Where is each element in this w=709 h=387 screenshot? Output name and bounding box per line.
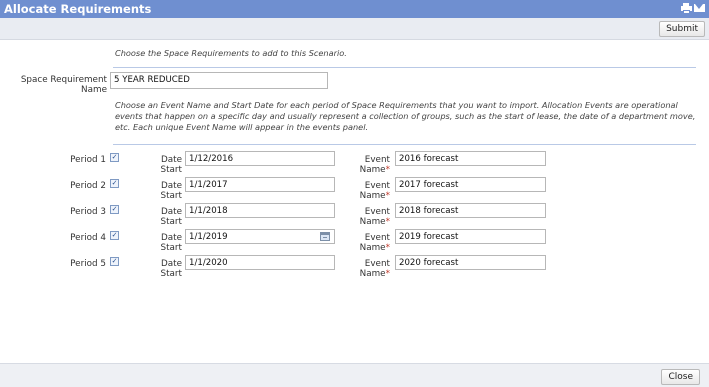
window-title: Allocate Requirements bbox=[4, 2, 152, 16]
event-name-label: Event Name* bbox=[359, 155, 390, 175]
event-name-field[interactable]: 2017 forecast bbox=[395, 177, 546, 192]
toolbar: Submit bbox=[0, 18, 709, 40]
date-start-field[interactable]: 1/1/2020 bbox=[185, 255, 335, 270]
footer-bar: Close bbox=[0, 363, 709, 387]
date-start-label: Date Start bbox=[160, 181, 183, 201]
title-bar-icons bbox=[681, 3, 705, 14]
event-name-label: Event Name* bbox=[359, 259, 390, 279]
period-checkbox[interactable]: ✓ bbox=[110, 205, 119, 214]
event-name-label: Event Name* bbox=[359, 233, 390, 253]
event-name-label: Event Name* bbox=[359, 207, 390, 227]
space-requirement-field[interactable]: 5 YEAR REDUCED bbox=[110, 72, 328, 89]
period-label: Period 2 bbox=[70, 181, 106, 191]
intro-text: Choose the Space Requirements to add to … bbox=[115, 48, 347, 58]
event-name-field[interactable]: 2016 forecast bbox=[395, 151, 546, 166]
calendar-icon[interactable] bbox=[320, 232, 330, 241]
close-button[interactable]: Close bbox=[661, 369, 700, 385]
period-label: Period 4 bbox=[70, 233, 106, 243]
periods-intro-text: Choose an Event Name and Start Date for … bbox=[115, 100, 696, 132]
period-label: Period 1 bbox=[70, 155, 106, 165]
event-name-field[interactable]: 2018 forecast bbox=[395, 203, 546, 218]
date-start-label: Date Start bbox=[160, 155, 183, 175]
period-label: Period 3 bbox=[70, 207, 106, 217]
date-start-field[interactable]: 1/1/2017 bbox=[185, 177, 335, 192]
event-name-label: Event Name* bbox=[359, 181, 390, 201]
date-start-label: Date Start bbox=[160, 233, 183, 253]
period-checkbox[interactable]: ✓ bbox=[110, 153, 119, 162]
date-start-label: Date Start bbox=[160, 259, 183, 279]
mail-icon[interactable] bbox=[694, 3, 705, 14]
separator bbox=[113, 144, 696, 145]
printer-icon[interactable] bbox=[681, 3, 692, 14]
period-checkbox[interactable]: ✓ bbox=[110, 179, 119, 188]
period-checkbox[interactable]: ✓ bbox=[110, 231, 119, 240]
date-start-field[interactable]: 1/1/2018 bbox=[185, 203, 335, 218]
period-checkbox[interactable]: ✓ bbox=[110, 257, 119, 266]
submit-button[interactable]: Submit bbox=[659, 21, 705, 37]
date-start-label: Date Start bbox=[160, 207, 183, 227]
event-name-field[interactable]: 2019 forecast bbox=[395, 229, 546, 244]
event-name-field[interactable]: 2020 forecast bbox=[395, 255, 546, 270]
date-start-field[interactable]: 1/12/2016 bbox=[185, 151, 335, 166]
title-bar: Allocate Requirements bbox=[0, 0, 709, 18]
date-start-field[interactable]: 1/1/2019 bbox=[185, 229, 335, 244]
separator bbox=[113, 67, 696, 68]
period-label: Period 5 bbox=[70, 259, 106, 269]
space-requirement-label: Space Requirement Name bbox=[20, 75, 107, 95]
